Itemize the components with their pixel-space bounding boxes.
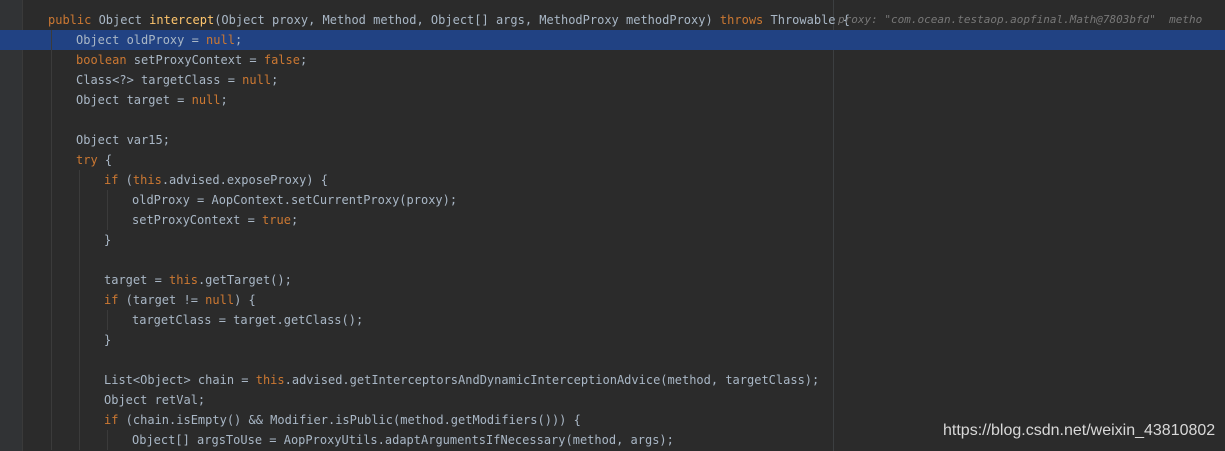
code-token: targetClass = target.getClass(); <box>132 313 364 327</box>
code-line[interactable]: target = this.getTarget(); <box>0 270 1225 290</box>
code-token: ; <box>220 93 228 107</box>
code-token: { <box>97 153 113 167</box>
code-line-text: boolean setProxyContext = false; <box>76 50 307 70</box>
code-line[interactable]: oldProxy = AopContext.setCurrentProxy(pr… <box>0 190 1225 210</box>
code-line-text: Object oldProxy = null; <box>76 30 242 50</box>
indent-guide <box>107 310 108 330</box>
code-line-text: Object retVal; <box>104 390 205 410</box>
code-token: ; <box>299 53 308 67</box>
code-token: (method, args); <box>565 433 674 447</box>
indent-guide <box>107 430 108 450</box>
code-line[interactable]: boolean setProxyContext = false; <box>0 50 1225 70</box>
code-line[interactable] <box>0 350 1225 370</box>
code-line-text: Object var15; <box>76 130 170 150</box>
code-token: Object retVal; <box>104 393 206 407</box>
code-token: } <box>104 333 112 347</box>
keyword-token: public <box>48 13 92 27</box>
code-line-text: targetClass = target.getClass(); <box>132 310 363 330</box>
code-token: setProxyContext = <box>132 213 263 227</box>
keyword-token: try <box>76 153 98 167</box>
indent-guide <box>51 30 52 450</box>
code-line-text: if (chain.isEmpty() && Modifier.isPublic… <box>104 410 581 430</box>
code-token: ; <box>290 213 299 227</box>
code-token: (target != <box>118 293 206 307</box>
code-line-text: } <box>104 230 111 250</box>
code-line[interactable]: if (target != null) { <box>0 290 1225 310</box>
code-token: ; <box>271 73 279 87</box>
code-line[interactable]: List<Object> chain = this.advised.getInt… <box>0 370 1225 390</box>
code-token: Class<?> targetClass = <box>76 73 243 87</box>
code-token: .getTarget(); <box>197 273 292 287</box>
code-line[interactable]: } <box>0 230 1225 250</box>
code-editor[interactable]: public Object intercept(Object proxy, Me… <box>0 0 1225 451</box>
code-line-text: if (target != null) { <box>104 290 256 310</box>
indent-guide <box>79 170 80 450</box>
code-line[interactable] <box>0 250 1225 270</box>
code-line[interactable]: Object retVal; <box>0 390 1225 410</box>
code-line-text: oldProxy = AopContext.setCurrentProxy(pr… <box>132 190 457 210</box>
code-line-text: } <box>104 330 111 350</box>
code-line[interactable]: if (this.advised.exposeProxy) { <box>0 170 1225 190</box>
code-line[interactable]: Class<?> targetClass = null; <box>0 70 1225 90</box>
keyword-token: this <box>169 273 198 287</box>
inline-parameter-hint: proxy: "com.ocean.testaop.aopfinal.Math@… <box>838 13 1203 26</box>
code-token: List<Object> chain = <box>104 373 256 387</box>
code-token: Object var15; <box>76 133 170 147</box>
code-token: target = <box>104 273 170 287</box>
code-line-text: if (this.advised.exposeProxy) { <box>104 170 328 190</box>
keyword-token: null <box>191 93 221 107</box>
indent-guide <box>107 190 108 230</box>
code-token: ; <box>234 33 243 47</box>
code-line-text: try { <box>76 150 112 170</box>
keyword-token: null <box>206 33 235 47</box>
code-line-text: Class<?> targetClass = null; <box>76 70 278 90</box>
code-line-text: setProxyContext = true; <box>132 210 298 230</box>
code-token: adaptArgumentsIfNecessary <box>384 433 566 447</box>
keyword-token: this <box>132 173 162 187</box>
code-token: .advised.exposeProxy) { <box>161 173 328 187</box>
code-line[interactable]: targetClass = target.getClass(); <box>0 310 1225 330</box>
code-line-text: List<Object> chain = this.advised.getInt… <box>104 370 819 390</box>
code-token: } <box>104 233 112 247</box>
code-line[interactable]: Object target = null; <box>0 90 1225 110</box>
keyword-token: throws <box>719 13 764 27</box>
code-token: Object oldProxy = <box>76 33 207 47</box>
method-name-token: intercept <box>149 13 215 27</box>
code-line[interactable]: try { <box>0 150 1225 170</box>
code-token: ) { <box>234 293 256 307</box>
code-line-text: Object target = null; <box>76 90 228 110</box>
code-token: Object target = <box>76 93 192 107</box>
code-token: Throwable { <box>763 13 850 27</box>
code-token: (Object proxy, Method method, Object[] a… <box>214 13 720 27</box>
keyword-token: if <box>104 413 119 427</box>
current-code-line[interactable]: Object oldProxy = null; <box>0 30 1225 50</box>
code-line[interactable] <box>0 110 1225 130</box>
code-line[interactable]: Object var15; <box>0 130 1225 150</box>
code-line-text: public Object intercept(Object proxy, Me… <box>48 10 850 30</box>
code-token: isPublic <box>335 413 393 427</box>
keyword-token: false <box>263 53 300 67</box>
code-line-text: Object[] argsToUse = AopProxyUtils.adapt… <box>132 430 674 450</box>
code-token: Object <box>91 13 150 27</box>
code-line-text: target = this.getTarget(); <box>104 270 292 290</box>
code-line[interactable]: setProxyContext = true; <box>0 210 1225 230</box>
code-token: oldProxy = AopContext.setCurrentProxy(pr… <box>132 193 458 207</box>
keyword-token: null <box>242 73 272 87</box>
code-token: .advised.getInterceptorsAndDynamicInterc… <box>284 373 820 387</box>
keyword-token: boolean <box>76 53 127 67</box>
code-token: setProxyContext = <box>126 53 264 67</box>
keyword-token: if <box>104 293 119 307</box>
code-token: Object[] argsToUse = AopProxyUtils. <box>132 433 385 447</box>
code-token: (chain.isEmpty() && Modifier. <box>118 413 336 427</box>
code-token: (method.getModifiers())) { <box>393 413 581 427</box>
keyword-token: this <box>255 373 285 387</box>
keyword-token: if <box>104 173 119 187</box>
code-token: ( <box>118 173 133 187</box>
watermark: https://blog.csdn.net/weixin_43810802 <box>943 422 1216 439</box>
keyword-token: true <box>262 213 291 227</box>
code-line[interactable]: } <box>0 330 1225 350</box>
keyword-token: null <box>205 293 235 307</box>
